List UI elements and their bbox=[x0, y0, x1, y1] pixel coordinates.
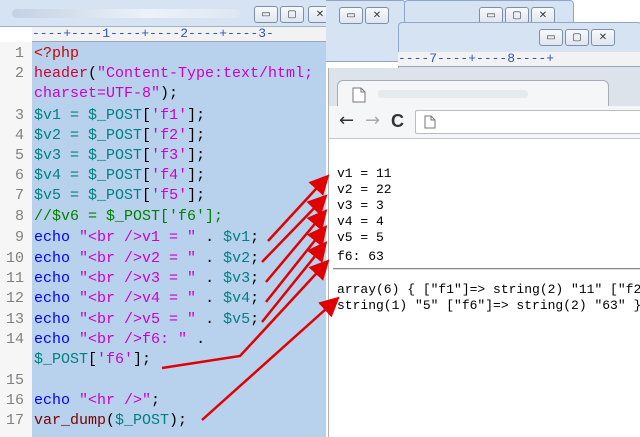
arrow-v5 bbox=[261, 241, 328, 323]
arrow-v4 bbox=[265, 225, 328, 303]
arrow-f6 bbox=[161, 259, 330, 370]
annotation-arrows bbox=[161, 174, 340, 421]
arrow-v1 bbox=[267, 174, 330, 242]
arrow-v2 bbox=[261, 194, 328, 263]
